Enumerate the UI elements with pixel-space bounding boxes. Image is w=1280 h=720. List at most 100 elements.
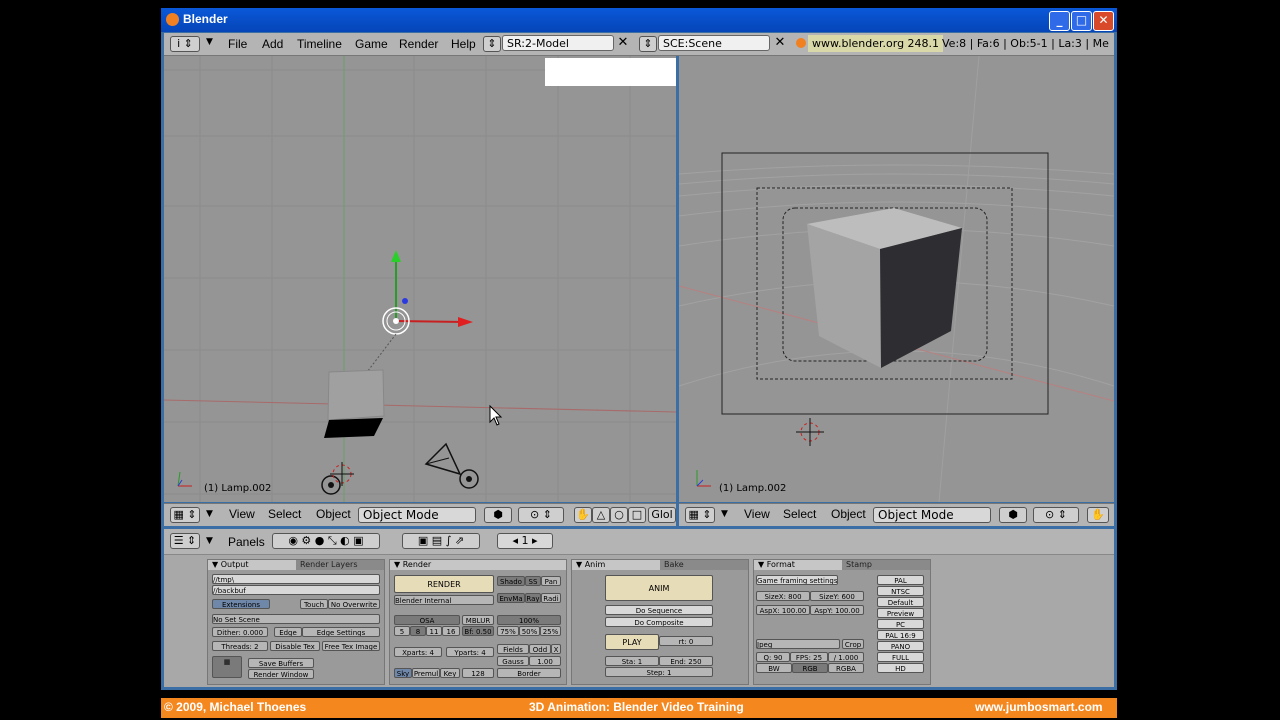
output-path-field[interactable]: //tmp\: [212, 574, 380, 584]
translate-icon[interactable]: △: [592, 507, 610, 523]
x-toggle[interactable]: X: [551, 644, 561, 654]
gauss-select[interactable]: Gauss: [497, 656, 529, 666]
backbuf-path-field[interactable]: //backbuf: [212, 585, 380, 595]
collapse-icon[interactable]: ▼: [721, 509, 728, 519]
menu-game[interactable]: Game: [355, 37, 388, 51]
preset-pc[interactable]: PC: [877, 619, 924, 629]
mblur-toggle[interactable]: MBLUR: [462, 615, 494, 625]
preset-full[interactable]: FULL: [877, 652, 924, 662]
tab-stamp[interactable]: Stamp: [842, 560, 930, 570]
end-frame-field[interactable]: End: 250: [659, 656, 713, 666]
osa-5[interactable]: 5: [394, 626, 410, 636]
object-menu[interactable]: Object: [316, 507, 351, 521]
render-subcontext-group[interactable]: ▣ ▤ ∫ ⇗: [402, 533, 480, 549]
frame-field[interactable]: ◂ 1 ▸: [497, 533, 553, 549]
panels-menu[interactable]: Panels: [228, 535, 265, 549]
ray-toggle[interactable]: Ray: [525, 593, 541, 603]
osa-8[interactable]: 8: [410, 626, 426, 636]
rgb-toggle[interactable]: RGB: [792, 663, 828, 673]
bits-select[interactable]: 128: [462, 668, 494, 678]
disable-tex-toggle[interactable]: Disable Tex: [270, 641, 320, 651]
yparts-field[interactable]: Yparts: 4: [446, 647, 494, 657]
radio-toggle[interactable]: Radi: [541, 593, 561, 603]
grid-editor-icon[interactable]: ▦ ⇕: [685, 507, 715, 523]
file-format-select[interactable]: Jpeg: [756, 639, 840, 649]
tab-render-layers[interactable]: Render Layers: [296, 560, 384, 570]
size-100-toggle[interactable]: 100%: [497, 615, 561, 625]
tab-format[interactable]: ▼ Format: [754, 560, 842, 570]
quality-field[interactable]: Q: 90: [756, 652, 790, 662]
save-buffers-toggle[interactable]: Save Buffers: [248, 658, 314, 668]
edge-settings-button[interactable]: Edge Settings: [302, 627, 380, 637]
preset-hd[interactable]: HD: [877, 663, 924, 673]
hand-icon[interactable]: ✋: [1087, 507, 1109, 523]
render-button[interactable]: RENDER: [394, 575, 494, 593]
fields-toggle[interactable]: Fields: [497, 644, 529, 654]
menu-add[interactable]: Add: [262, 37, 283, 51]
editor-type-button[interactable]: i ⇕: [170, 36, 200, 52]
menu-render[interactable]: Render: [399, 37, 438, 51]
sizey-field[interactable]: SizeY: 600: [810, 591, 864, 601]
viewport-left[interactable]: (1) Lamp.002: [164, 56, 676, 502]
sizex-field[interactable]: SizeX: 800: [756, 591, 810, 601]
preset-preview[interactable]: Preview: [877, 608, 924, 618]
draw-type-select[interactable]: ⬢: [999, 507, 1027, 523]
osa-16[interactable]: 16: [442, 626, 460, 636]
preset-pal169[interactable]: PAL 16:9: [877, 630, 924, 640]
fps-field[interactable]: FPS: 25: [790, 652, 828, 662]
border-toggle[interactable]: Border: [497, 668, 561, 678]
editor-type-button[interactable]: ☰ ⇕: [170, 533, 200, 549]
pivot-select[interactable]: ⊙ ⇕: [518, 507, 564, 523]
free-tex-toggle[interactable]: Free Tex Image: [322, 641, 380, 651]
xparts-field[interactable]: Xparts: 4: [394, 647, 442, 657]
minimize-button[interactable]: _: [1049, 11, 1070, 31]
touch-toggle[interactable]: Touch: [300, 599, 328, 609]
screen-browse-button[interactable]: ⇕: [483, 36, 501, 52]
collapse-icon[interactable]: ▼: [206, 536, 213, 546]
preset-pal[interactable]: PAL: [877, 575, 924, 585]
close-button[interactable]: ✕: [1093, 11, 1114, 31]
edge-toggle[interactable]: Edge: [274, 627, 302, 637]
shadow-toggle[interactable]: Shado: [497, 576, 525, 586]
start-frame-field[interactable]: Sta: 1: [605, 656, 659, 666]
scene-name-field[interactable]: SCE:Scene: [658, 35, 770, 51]
draw-type-select[interactable]: ⬢: [484, 507, 512, 523]
osa-11[interactable]: 11: [426, 626, 442, 636]
bw-toggle[interactable]: BW: [756, 663, 792, 673]
dispwin-grid-icon[interactable]: ▦: [212, 656, 242, 678]
aspx-field[interactable]: AspX: 100.00: [756, 605, 810, 615]
tab-render[interactable]: ▼ Render: [390, 560, 566, 570]
maximize-button[interactable]: □: [1071, 11, 1092, 31]
sss-toggle[interactable]: SS: [525, 576, 541, 586]
size-25-toggle[interactable]: 25%: [540, 626, 561, 636]
menu-timeline[interactable]: Timeline: [297, 37, 342, 51]
do-composite-toggle[interactable]: Do Composite: [605, 617, 713, 627]
mode-select[interactable]: Object Mode: [873, 507, 991, 523]
fps-base-field[interactable]: / 1.000: [828, 652, 864, 662]
do-sequence-toggle[interactable]: Do Sequence: [605, 605, 713, 615]
menu-file[interactable]: File: [228, 37, 247, 51]
rt-field[interactable]: rt: 0: [659, 636, 713, 646]
aspy-field[interactable]: AspY: 100.00: [810, 605, 864, 615]
context-icon-group[interactable]: ◉ ⚙ ● ⤡ ◐ ▣: [272, 533, 380, 549]
sky-toggle[interactable]: Sky: [394, 668, 412, 678]
anim-button[interactable]: ANIM: [605, 575, 713, 601]
select-menu[interactable]: Select: [268, 507, 301, 521]
extensions-toggle[interactable]: Extensions: [212, 599, 270, 609]
blur-factor-field[interactable]: Bf: 0.50: [462, 626, 494, 636]
view-menu[interactable]: View: [229, 507, 255, 521]
no-overwrite-toggle[interactable]: No Overwrite: [328, 599, 380, 609]
render-window-select[interactable]: Render Window: [248, 669, 314, 679]
odd-toggle[interactable]: Odd: [529, 644, 551, 654]
osa-toggle[interactable]: OSA: [394, 615, 460, 625]
crop-toggle[interactable]: Crop: [842, 639, 864, 649]
title-bar[interactable]: Blender _ □ ✕: [161, 8, 1117, 32]
tab-anim[interactable]: ▼ Anim: [572, 560, 660, 570]
screen-delete-icon[interactable]: ✕: [615, 35, 631, 51]
hand-icon[interactable]: ✋: [574, 507, 592, 523]
orientation-select[interactable]: Glol: [648, 507, 676, 523]
size-50-toggle[interactable]: 50%: [519, 626, 540, 636]
viewport-right[interactable]: (1) Lamp.002: [679, 56, 1114, 502]
preset-pano[interactable]: PANO: [877, 641, 924, 651]
mode-select[interactable]: Object Mode: [358, 507, 476, 523]
